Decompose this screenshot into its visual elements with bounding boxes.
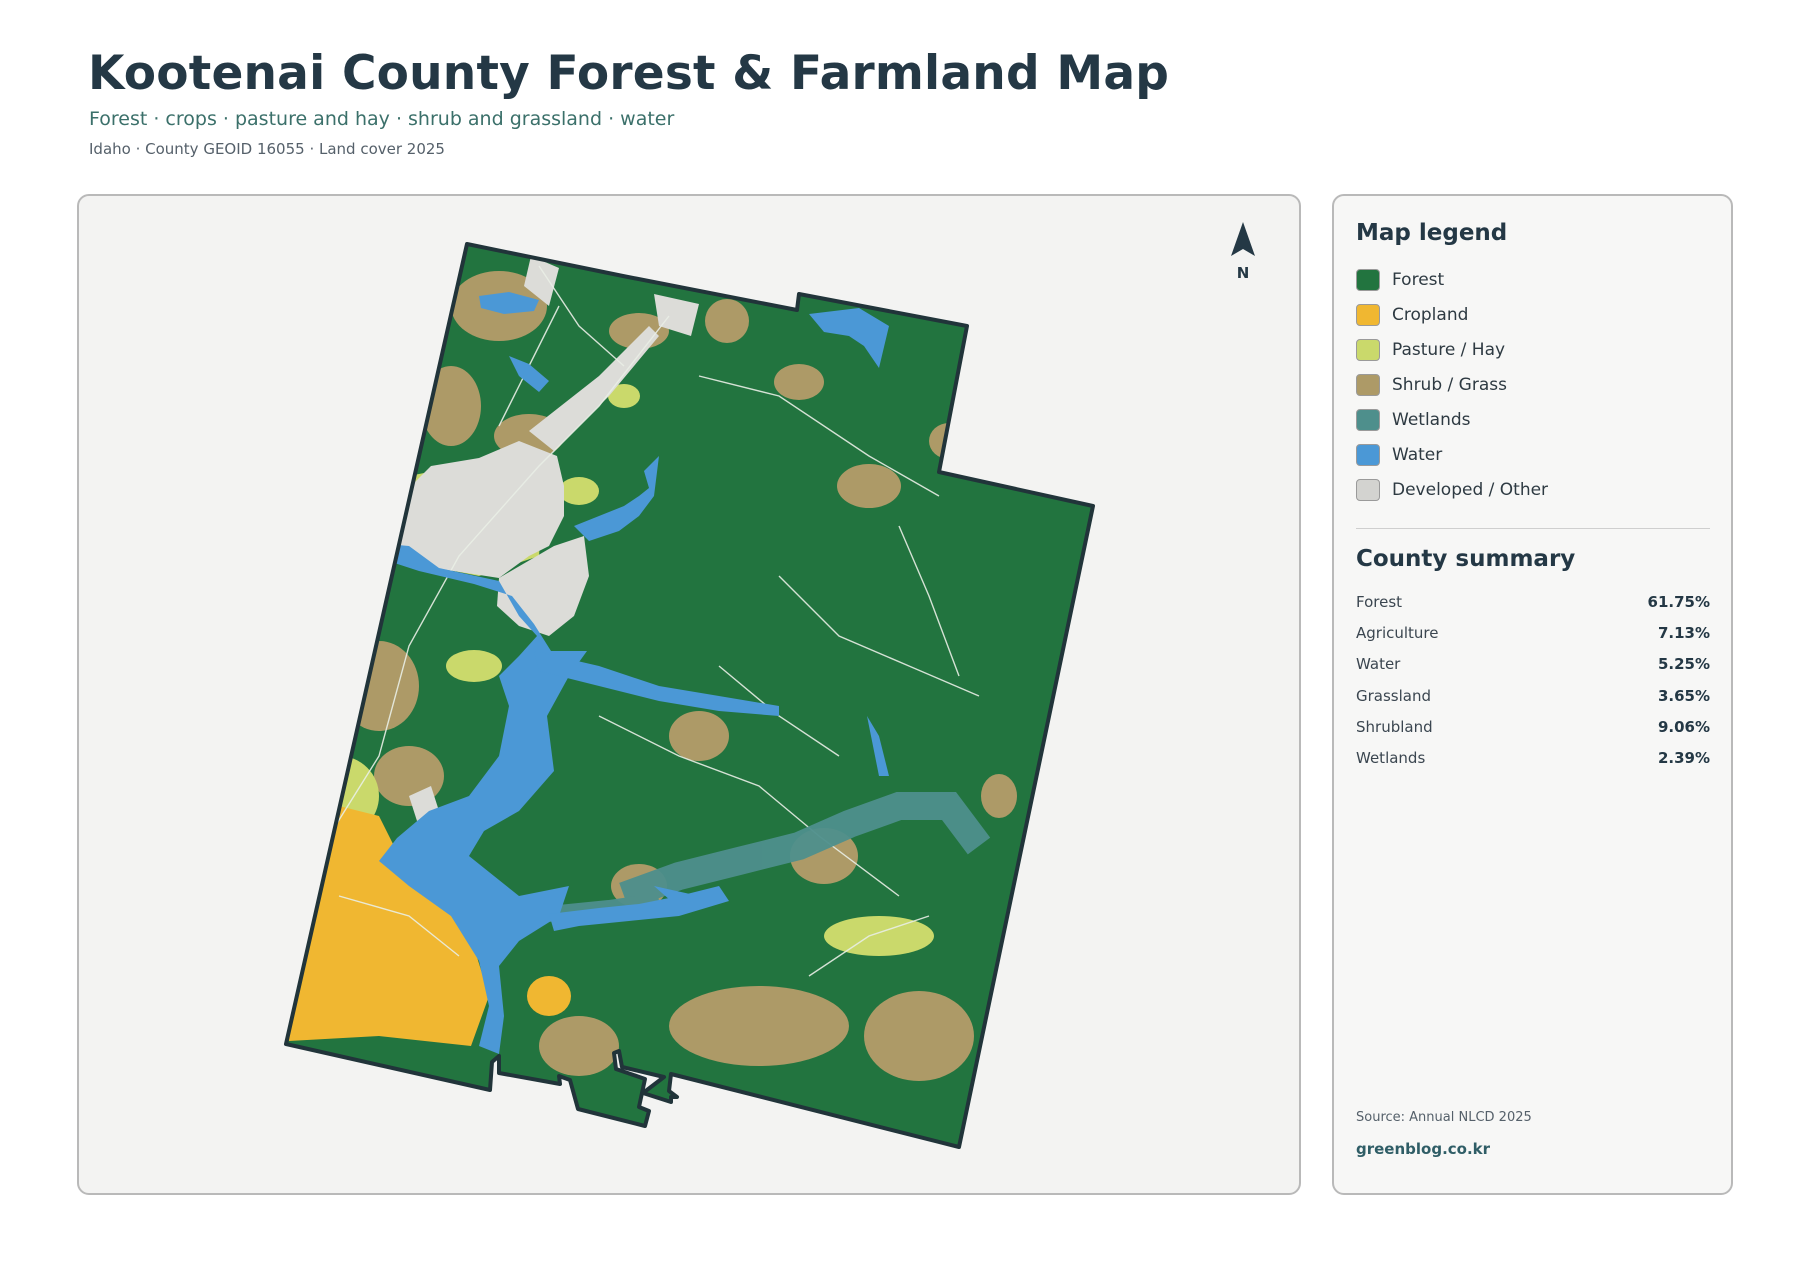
county-map[interactable]	[79, 196, 1301, 1195]
shrub-patch	[669, 986, 849, 1066]
summary-row: Water 5.25%	[1356, 649, 1710, 680]
legend-item-pasture: Pasture / Hay	[1356, 332, 1548, 367]
cropland-patch	[527, 976, 571, 1016]
summary-value: 61.75%	[1647, 592, 1710, 611]
summary-name: Water	[1356, 655, 1401, 674]
shrub-patch	[864, 991, 974, 1081]
summary-table: Forest 61.75% Agriculture 7.13% Water 5.…	[1356, 586, 1710, 774]
summary-value: 3.65%	[1657, 686, 1710, 705]
land-cover	[286, 244, 1093, 1147]
shrub-patch	[774, 364, 824, 400]
shrub-patch	[981, 774, 1017, 818]
pasture-patch	[559, 477, 599, 505]
site-link[interactable]: greenblog.co.kr	[1356, 1140, 1490, 1158]
summary-name: Agriculture	[1356, 623, 1439, 642]
summary-value: 2.39%	[1657, 749, 1710, 768]
legend-swatch	[1356, 338, 1380, 361]
legend-swatch	[1356, 408, 1380, 431]
side-panel: Map legend Forest Cropland Pasture / Hay…	[1332, 194, 1733, 1195]
page-meta: Idaho · County GEOID 16055 · Land cover …	[89, 140, 445, 158]
page-title: Kootenai County Forest & Farmland Map	[88, 46, 1170, 101]
shrub-patch	[669, 711, 729, 761]
summary-value: 9.06%	[1657, 717, 1710, 736]
legend-item-water: Water	[1356, 437, 1548, 472]
shrub-patch	[837, 464, 901, 508]
summary-value: 7.13%	[1657, 623, 1710, 642]
north-arrow: N	[1223, 222, 1263, 282]
summary-name: Grassland	[1356, 686, 1431, 705]
legend-label: Cropland	[1392, 304, 1469, 325]
pasture-patch	[824, 916, 934, 956]
legend-swatch	[1356, 373, 1380, 396]
legend-item-developed: Developed / Other	[1356, 472, 1548, 507]
legend-list: Forest Cropland Pasture / Hay Shrub / Gr…	[1356, 262, 1548, 507]
north-arrow-icon	[1231, 222, 1255, 256]
legend-item-forest: Forest	[1356, 262, 1548, 297]
summary-row: Forest 61.75%	[1356, 586, 1710, 617]
north-label: N	[1236, 264, 1250, 282]
legend-swatch	[1356, 268, 1380, 291]
source-note: Source: Annual NLCD 2025	[1356, 1110, 1532, 1125]
summary-row: Wetlands 2.39%	[1356, 742, 1710, 773]
summary-heading: County summary	[1356, 546, 1576, 572]
legend-item-cropland: Cropland	[1356, 297, 1548, 332]
page-subtitle: Forest · crops · pasture and hay · shrub…	[89, 108, 675, 130]
legend-label: Pasture / Hay	[1392, 339, 1506, 360]
legend-swatch	[1356, 303, 1380, 326]
summary-name: Wetlands	[1356, 749, 1426, 768]
summary-value: 5.25%	[1657, 655, 1710, 674]
shrub-patch	[705, 299, 749, 343]
legend-item-shrub: Shrub / Grass	[1356, 367, 1548, 402]
legend-label: Wetlands	[1392, 409, 1471, 430]
shrub-patch	[539, 1016, 619, 1076]
legend-label: Developed / Other	[1392, 479, 1549, 500]
small-lake	[367, 454, 381, 481]
summary-row: Shrubland 9.06%	[1356, 711, 1710, 742]
panel-divider	[1356, 528, 1710, 529]
legend-item-wetlands: Wetlands	[1356, 402, 1548, 437]
summary-row: Agriculture 7.13%	[1356, 617, 1710, 648]
legend-swatch	[1356, 443, 1380, 466]
summary-name: Shrubland	[1356, 717, 1433, 736]
legend-heading: Map legend	[1356, 220, 1508, 246]
legend-label: Water	[1392, 444, 1443, 465]
summary-name: Forest	[1356, 592, 1403, 611]
legend-swatch	[1356, 478, 1380, 501]
legend-label: Shrub / Grass	[1392, 374, 1507, 395]
map-panel[interactable]	[77, 194, 1301, 1195]
legend-label: Forest	[1392, 269, 1445, 290]
pasture-patch	[446, 650, 502, 682]
summary-row: Grassland 3.65%	[1356, 680, 1710, 711]
